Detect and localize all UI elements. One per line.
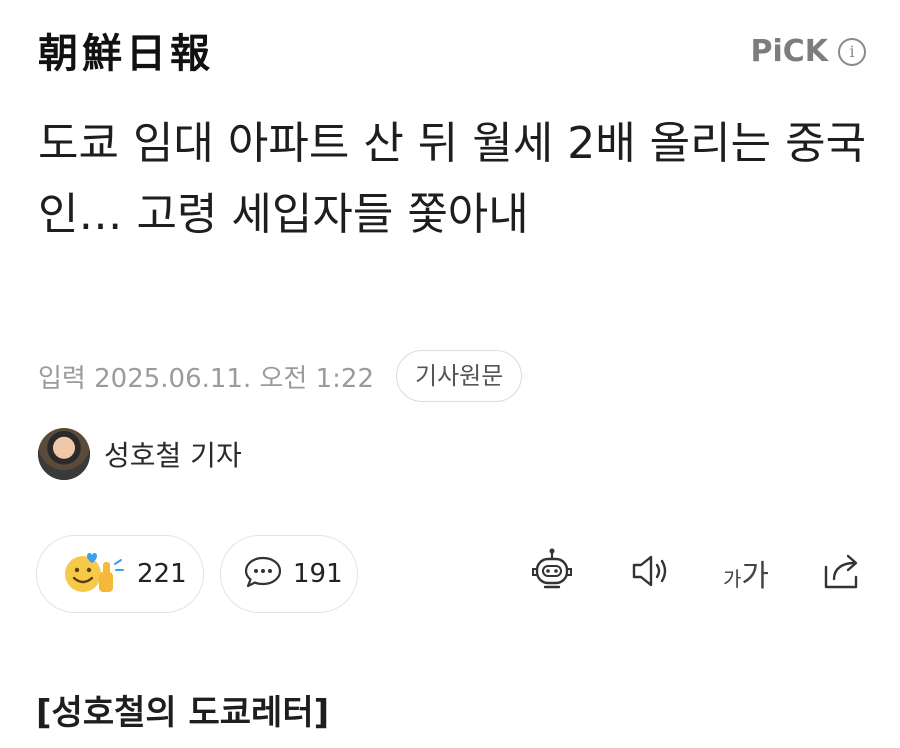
header: 朝鮮日報 PiCK i <box>0 0 900 100</box>
share-button[interactable] <box>818 549 866 597</box>
publish-date: 입력 2025.06.11. 오전 1:22 <box>38 363 374 394</box>
original-article-button[interactable]: 기사원문 <box>396 350 523 402</box>
speaker-icon <box>626 547 674 599</box>
publisher-logo[interactable]: 朝鮮日報 <box>38 28 214 80</box>
info-icon[interactable]: i <box>838 37 866 66</box>
reporter-info[interactable]: 성호철 기자 <box>38 428 242 480</box>
column-label: [성호철의 도쿄레터] <box>36 693 330 733</box>
article-meta: 입력 2025.06.11. 오전 1:22 기사원문 <box>38 350 523 402</box>
share-icon <box>818 547 866 599</box>
reporter-avatar <box>38 428 90 480</box>
pick-badge[interactable]: PiCK i <box>750 34 866 69</box>
action-row: 221 191 가가 <box>36 535 866 613</box>
robot-summary-icon <box>528 547 576 599</box>
comment-count: 191 <box>293 559 343 589</box>
font-size-icon: 가가 <box>723 551 769 595</box>
reaction-button[interactable]: 221 <box>36 535 204 613</box>
read-aloud-button[interactable] <box>626 549 674 597</box>
pick-label: PiCK <box>750 34 828 69</box>
reporter-name: 성호철 기자 <box>104 439 242 472</box>
comment-button[interactable]: 191 <box>220 535 358 613</box>
font-size-button[interactable]: 가가 <box>716 549 776 597</box>
article-title: 도쿄 임대 아파트 산 뒤 월세 2배 올리는 중국인… 고령 세입자들 쫓아내 <box>38 118 867 240</box>
reaction-count: 221 <box>137 559 187 589</box>
smile-thumbs-icon <box>59 548 127 600</box>
summary-bot-button[interactable] <box>528 547 576 599</box>
font-size-small-label: 가 <box>722 567 742 591</box>
speech-bubble-icon <box>243 554 283 594</box>
font-size-large-label: 가 <box>741 559 769 594</box>
